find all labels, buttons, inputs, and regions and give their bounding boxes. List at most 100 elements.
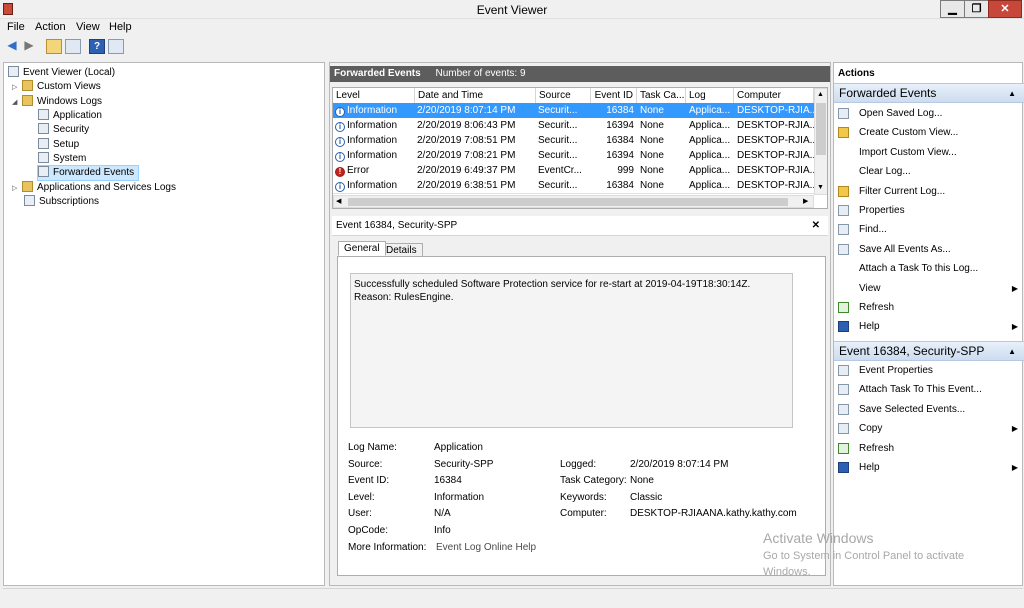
events-horizontal-scrollbar[interactable]: ◀ ▶ (333, 195, 814, 208)
action-properties[interactable]: Properties (834, 201, 1024, 220)
back-arrow-icon[interactable]: ◀ (4, 39, 20, 54)
table-row[interactable]: i Information 2/20/2019 7:08:51 PM Securit.… (333, 133, 823, 148)
column-header-date[interactable]: Date and Time (415, 88, 536, 103)
scroll-thumb-horizontal[interactable] (348, 198, 788, 206)
level-cell: i Information (335, 103, 415, 118)
close-detail-icon[interactable]: ✕ (812, 216, 820, 236)
scroll-down-arrow-icon[interactable]: ▼ (817, 184, 824, 191)
action-label: Filter Current Log... (859, 185, 946, 197)
column-header-event-id[interactable]: Event ID (591, 88, 637, 103)
save-icon (838, 243, 849, 255)
toolbar: ◀ ▶ ? (0, 36, 1024, 58)
actions-pane: Actions Forwarded Events ▲ Open Saved Lo… (833, 62, 1024, 586)
action-clear-log[interactable]: Clear Log... (834, 162, 1024, 181)
window-title: Event Viewer (476, 3, 548, 17)
actions-group-forwarded-events[interactable]: Forwarded Events ▲ (834, 83, 1024, 103)
action-open-saved-log[interactable]: Open Saved Log... (834, 104, 1024, 123)
tree-item-custom-views[interactable]: ▷ Custom Views (12, 80, 101, 94)
tree-item-apps-services[interactable]: ▷ Applications and Services Logs (12, 181, 176, 195)
keywords-label: Keywords: (560, 492, 607, 503)
action-view[interactable]: View ▶ (834, 279, 1024, 298)
menu-view[interactable]: View (76, 21, 100, 33)
action-label: Open Saved Log... (859, 108, 943, 119)
tab-details[interactable]: Details (380, 243, 423, 257)
close-window-button[interactable]: ✕ (988, 0, 1022, 18)
action-refresh[interactable]: Refresh (834, 298, 1024, 317)
tree-item-setup[interactable]: Setup (38, 138, 79, 152)
action-help[interactable]: Help ▶ (834, 458, 1024, 477)
collapse-group-icon[interactable]: ▲ (1008, 84, 1016, 103)
action-event-properties[interactable]: Event Properties (834, 361, 1024, 380)
action-find[interactable]: Find... (834, 220, 1024, 239)
column-header-source[interactable]: Source (536, 88, 591, 103)
tree-item-subscriptions[interactable]: Subscriptions (24, 195, 99, 209)
event-log-online-help-link[interactable]: Event Log Online Help (436, 542, 536, 553)
action-attach-a-task-to-this-log[interactable]: Attach a Task To this Log... (834, 259, 1024, 278)
table-row[interactable]: i Information 2/20/2019 7:08:21 PM Securit.… (333, 148, 823, 163)
scroll-right-arrow-icon[interactable]: ▶ (803, 197, 808, 205)
forward-arrow-icon[interactable]: ▶ (21, 39, 37, 54)
column-header-level[interactable]: Level (333, 88, 415, 103)
task-category-label: Task Category: (560, 475, 627, 486)
expand-arrow-icon[interactable]: ▷ (12, 182, 20, 196)
action-create-custom-view[interactable]: Create Custom View... (834, 123, 1024, 142)
tree-item-application[interactable]: Application (38, 109, 102, 123)
log-cell: Applica... (689, 150, 731, 161)
menu-action[interactable]: Action (35, 21, 66, 33)
id-cell: 16394 (606, 120, 634, 131)
help-icon[interactable]: ? (89, 39, 105, 54)
source-label: Source: (348, 459, 383, 470)
logged-label: Logged: (560, 459, 597, 470)
tree-item-windows-logs[interactable]: ◢ Windows Logs (12, 95, 102, 109)
column-header-log[interactable]: Log (686, 88, 734, 103)
column-header-task[interactable]: Task Ca... (637, 88, 686, 103)
folder-up-icon[interactable] (46, 39, 62, 54)
collapse-arrow-icon[interactable]: ◢ (12, 96, 20, 110)
minimize-button[interactable]: ▁ (940, 0, 965, 18)
level-text: Information (347, 120, 398, 131)
action-filter-current-log[interactable]: Filter Current Log... (834, 182, 1024, 201)
show-hide-tree-icon[interactable] (65, 39, 81, 54)
action-help[interactable]: Help ▶ (834, 317, 1024, 336)
tree-item-security[interactable]: Security (38, 123, 89, 137)
scroll-thumb[interactable] (816, 103, 826, 155)
log-cell: Applica... (689, 105, 731, 116)
event-detail-title: Event 16384, Security-SPP (336, 220, 458, 231)
level-text: Information (347, 105, 398, 116)
task-cell: None (640, 135, 664, 146)
collapse-group-icon[interactable]: ▲ (1008, 342, 1016, 361)
action-save-all-events-as[interactable]: Save All Events As... (834, 240, 1024, 259)
table-row[interactable]: i Information 2/20/2019 8:07:14 PM Securit.… (333, 103, 823, 118)
menu-help[interactable]: Help (109, 21, 132, 33)
tab-general[interactable]: General (338, 241, 386, 256)
table-row[interactable]: i Information 2/20/2019 6:38:51 PM Securit.… (333, 178, 823, 193)
table-row[interactable]: ! Error 2/20/2019 6:49:37 PM EventCr... 999 N… (333, 163, 823, 178)
opcode-value: Info (434, 525, 451, 536)
log-icon (38, 138, 49, 149)
maximize-button[interactable]: ❐ (964, 0, 989, 18)
log-cell: Applica... (689, 120, 731, 131)
column-header-computer[interactable]: Computer (734, 88, 814, 103)
action-refresh[interactable]: Refresh (834, 439, 1024, 458)
action-copy[interactable]: Copy ▶ (834, 419, 1024, 438)
events-vertical-scrollbar[interactable]: ▲ ▼ (814, 88, 827, 195)
action-import-custom-view[interactable]: Import Custom View... (834, 143, 1024, 162)
level-label: Level: (348, 492, 375, 503)
events-header: Forwarded Events Number of events: 9 (330, 66, 830, 82)
event-id-value: 16384 (434, 475, 462, 486)
task-cell: None (640, 105, 664, 116)
menu-file[interactable]: File (7, 21, 25, 33)
navigation-tree: Event Viewer (Local) ▷ Custom Views ◢ Wind… (3, 62, 325, 586)
tree-item-root[interactable]: Event Viewer (Local) (8, 66, 115, 80)
tree-item-system[interactable]: System (38, 152, 86, 166)
scroll-left-arrow-icon[interactable]: ◀ (336, 197, 341, 205)
action-save-selected-events[interactable]: Save Selected Events... (834, 400, 1024, 419)
source-cell: Securit... (538, 150, 578, 161)
action-attach-task-to-this-event[interactable]: Attach Task To This Event... (834, 380, 1024, 399)
tree-item-forwarded-events[interactable]: Forwarded Events (36, 165, 140, 181)
actions-group-event[interactable]: Event 16384, Security-SPP ▲ (834, 341, 1024, 361)
expand-arrow-icon[interactable]: ▷ (12, 81, 20, 95)
show-hide-action-pane-icon[interactable] (108, 39, 124, 54)
scroll-up-arrow-icon[interactable]: ▲ (817, 91, 824, 98)
table-row[interactable]: i Information 2/20/2019 8:06:43 PM Securit.… (333, 118, 823, 133)
